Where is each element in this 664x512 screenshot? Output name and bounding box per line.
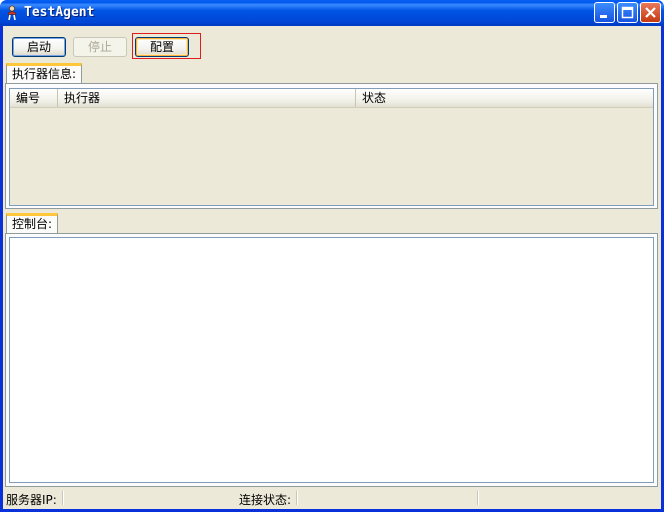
window-title: TestAgent [24,5,95,20]
column-header-status[interactable]: 状态 [356,89,653,107]
column-header-id[interactable]: 编号 [10,89,58,107]
maximize-icon [621,6,634,19]
tab-executor-info[interactable]: 执行器信息: [6,63,83,83]
status-separator [62,491,64,505]
config-button[interactable]: 配置 [135,37,189,57]
tab-console[interactable]: 控制台: [6,213,59,233]
title-bar[interactable]: TestAgent [0,0,664,26]
close-button[interactable] [640,2,661,23]
stop-button[interactable]: 停止 [73,37,127,57]
maximize-button[interactable] [617,2,638,23]
connection-status-label: 连接状态: [239,493,292,507]
agent-icon [7,5,17,21]
executor-list[interactable]: 编号 执行器 状态 [9,88,654,206]
app-window: TestAgent 启动 停止 配置 执行器信息: 编号 执行器 状态 控制台:… [0,0,664,512]
start-button[interactable]: 启动 [12,37,66,57]
status-separator [296,491,298,505]
executor-panel: 编号 执行器 状态 [5,83,658,209]
status-separator [477,491,479,505]
status-bar: 服务器IP: 连接状态: [3,487,661,509]
column-header-executor[interactable]: 执行器 [58,89,356,107]
minimize-icon [600,15,607,18]
console-panel [5,233,658,487]
executor-list-header: 编号 执行器 状态 [10,89,653,108]
server-ip-label: 服务器IP: [6,493,57,507]
minimize-button[interactable] [594,2,615,23]
close-icon [645,7,656,18]
client-area: 启动 停止 配置 执行器信息: 编号 执行器 状态 控制台: 服务器IP: 连接… [3,26,661,509]
console-output[interactable] [9,237,654,483]
